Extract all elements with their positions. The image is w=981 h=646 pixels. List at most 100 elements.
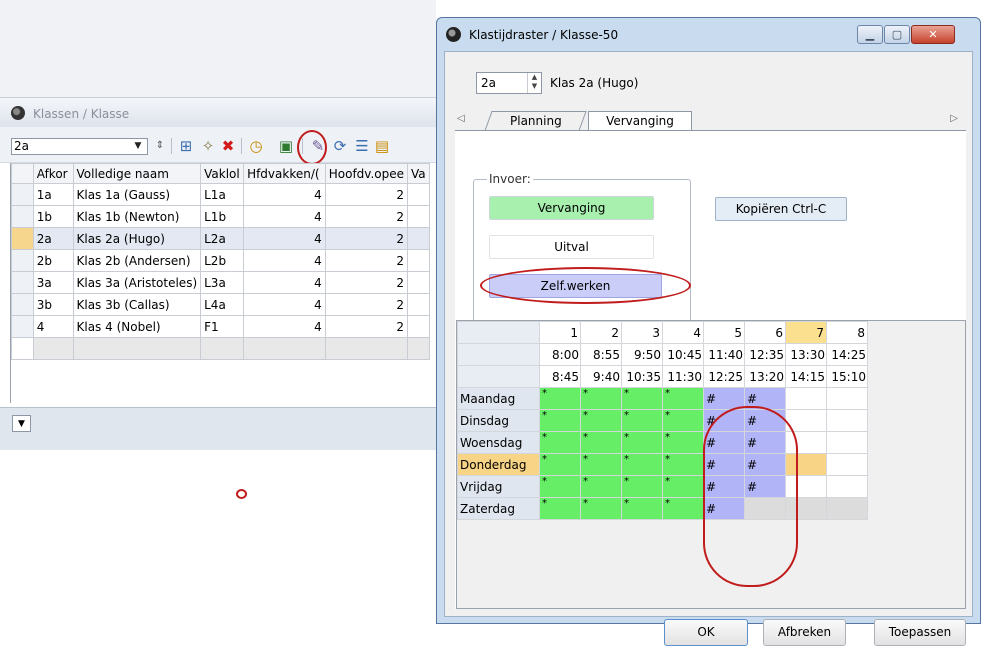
table-row[interactable]: 3a Klas 3a (Aristoteles) L3a 4 2 bbox=[11, 271, 430, 294]
cell-hfdvakken[interactable]: 4 bbox=[243, 271, 326, 294]
lesson-cell[interactable]: * bbox=[580, 497, 622, 520]
cell-naam[interactable]: Klas 2b (Andersen) bbox=[72, 249, 202, 272]
cell-afkorting[interactable]: 3a bbox=[32, 271, 74, 294]
class-select[interactable]: 2a ▼ bbox=[11, 138, 148, 155]
table-row[interactable]: 1b Klas 1b (Newton) L1b 4 2 bbox=[11, 205, 430, 228]
lesson-cell[interactable]: * bbox=[662, 387, 704, 410]
cell-afkorting[interactable]: 3b bbox=[32, 293, 74, 316]
cell-naam[interactable]: Klas 3b (Callas) bbox=[72, 293, 202, 316]
table-row[interactable]: 2b Klas 2b (Andersen) L2b 4 2 bbox=[11, 249, 430, 272]
lesson-cell[interactable]: * bbox=[662, 475, 704, 498]
row-selector[interactable] bbox=[11, 271, 34, 294]
delete-icon[interactable]: ✖ bbox=[218, 136, 238, 156]
refresh-icon[interactable]: ⟳ bbox=[330, 136, 350, 156]
cell-naam[interactable]: Klas 4 (Nobel) bbox=[72, 315, 202, 338]
tab-vervanging[interactable]: Vervanging bbox=[588, 111, 692, 132]
column-header[interactable]: Afkor bbox=[32, 163, 74, 184]
report-icon[interactable]: ▤ bbox=[372, 136, 392, 156]
lesson-cell[interactable]: * bbox=[539, 431, 581, 454]
empty-cell[interactable] bbox=[826, 431, 868, 454]
lesson-cell[interactable]: * bbox=[580, 475, 622, 498]
column-header[interactable]: Va bbox=[407, 163, 430, 184]
lesson-cell[interactable]: * bbox=[539, 475, 581, 498]
cell-empty[interactable] bbox=[72, 337, 202, 360]
lesson-cell[interactable]: * bbox=[580, 409, 622, 432]
vervanging-button[interactable]: Vervanging bbox=[489, 196, 654, 220]
cell-va[interactable] bbox=[407, 271, 430, 294]
lesson-cell[interactable]: * bbox=[662, 431, 704, 454]
table-row-selected[interactable]: 2a Klas 2a (Hugo) L2a 4 2 bbox=[11, 227, 430, 250]
table-row[interactable]: 4 Klas 4 (Nobel) F1 4 2 bbox=[11, 315, 430, 338]
row-selector[interactable] bbox=[11, 315, 34, 338]
row-selector[interactable] bbox=[11, 293, 34, 316]
lesson-cell[interactable]: * bbox=[621, 431, 663, 454]
toepassen-button[interactable]: Toepassen bbox=[874, 619, 966, 646]
lesson-cell[interactable]: * bbox=[662, 497, 704, 520]
uitval-button[interactable]: Uitval bbox=[489, 235, 654, 259]
empty-cell[interactable] bbox=[826, 387, 868, 410]
lesson-cell[interactable]: * bbox=[621, 497, 663, 520]
timetable-icon[interactable]: ▣ bbox=[276, 136, 296, 156]
lesson-cell[interactable]: * bbox=[539, 409, 581, 432]
cell-va[interactable] bbox=[407, 315, 430, 338]
row-selector[interactable] bbox=[11, 227, 34, 250]
cell-empty[interactable] bbox=[407, 337, 430, 360]
empty-cell[interactable] bbox=[826, 409, 868, 432]
row-selector[interactable] bbox=[11, 183, 34, 206]
kopieren-button[interactable]: Kopiëren Ctrl-C bbox=[715, 197, 847, 221]
clock-icon[interactable]: ◷ bbox=[246, 136, 266, 156]
empty-cell[interactable] bbox=[826, 453, 868, 476]
tab-scroll-right-icon[interactable]: ▷ bbox=[950, 113, 958, 124]
cell-vaklokaal[interactable]: L1b bbox=[200, 205, 245, 228]
lesson-cell[interactable]: * bbox=[580, 431, 622, 454]
column-header[interactable]: Hfdvakken/( bbox=[243, 163, 326, 184]
lesson-cell[interactable]: * bbox=[539, 497, 581, 520]
cell-empty[interactable] bbox=[324, 337, 409, 360]
chevron-down-icon[interactable]: ▼ bbox=[12, 415, 31, 432]
row-selector[interactable] bbox=[11, 205, 34, 228]
cell-hoofdv[interactable]: 2 bbox=[324, 183, 409, 206]
lesson-cell[interactable]: * bbox=[621, 453, 663, 476]
cell-hoofdv[interactable]: 2 bbox=[324, 293, 409, 316]
cell-afkorting[interactable]: 2b bbox=[32, 249, 74, 272]
cell-vaklokaal[interactable]: L3a bbox=[200, 271, 245, 294]
cell-hoofdv[interactable]: 2 bbox=[324, 315, 409, 338]
lesson-cell[interactable]: * bbox=[539, 387, 581, 410]
row-selector[interactable] bbox=[11, 249, 34, 272]
afbreken-button[interactable]: Afbreken bbox=[763, 619, 846, 646]
lesson-cell[interactable]: * bbox=[621, 409, 663, 432]
column-header[interactable]: Hoofdv.opee bbox=[324, 163, 409, 184]
spin-updown-icon[interactable]: ▲ ▼ bbox=[527, 73, 541, 93]
maximize-icon[interactable]: ▢ bbox=[884, 25, 910, 44]
cell-hoofdv[interactable]: 2 bbox=[324, 205, 409, 228]
lesson-cell[interactable]: * bbox=[580, 387, 622, 410]
lesson-cell[interactable]: * bbox=[621, 475, 663, 498]
cell-va[interactable] bbox=[407, 205, 430, 228]
row-selector[interactable] bbox=[11, 337, 34, 360]
cell-naam[interactable]: Klas 3a (Aristoteles) bbox=[72, 271, 202, 294]
cell-hfdvakken[interactable]: 4 bbox=[243, 315, 326, 338]
spin-updown-icon[interactable]: ⇕ bbox=[150, 136, 170, 156]
cell-vaklokaal[interactable]: L1a bbox=[200, 183, 245, 206]
cell-vaklokaal[interactable]: L4a bbox=[200, 293, 245, 316]
table-row[interactable]: 1a Klas 1a (Gauss) L1a 4 2 bbox=[11, 183, 430, 206]
cell-hoofdv[interactable]: 2 bbox=[324, 271, 409, 294]
cell-empty[interactable] bbox=[200, 337, 245, 360]
minimize-icon[interactable]: ▁ bbox=[857, 25, 883, 44]
cell-hoofdv[interactable]: 2 bbox=[324, 249, 409, 272]
ok-button[interactable]: OK bbox=[664, 619, 748, 646]
column-header[interactable]: Vaklol bbox=[200, 163, 245, 184]
cell-empty[interactable] bbox=[243, 337, 326, 360]
cell-hfdvakken[interactable]: 4 bbox=[243, 293, 326, 316]
cell-va[interactable] bbox=[407, 249, 430, 272]
cell-empty[interactable] bbox=[32, 337, 74, 360]
cell-naam[interactable]: Klas 1b (Newton) bbox=[72, 205, 202, 228]
lesson-cell[interactable]: * bbox=[621, 387, 663, 410]
cell-hfdvakken[interactable]: 4 bbox=[243, 205, 326, 228]
tab-scroll-left-icon[interactable]: ◁ bbox=[457, 113, 465, 124]
list-icon[interactable]: ☰ bbox=[352, 136, 372, 156]
table-row-new[interactable] bbox=[11, 337, 430, 360]
cell-vaklokaal[interactable]: F1 bbox=[200, 315, 245, 338]
cell-hfdvakken[interactable]: 4 bbox=[243, 227, 326, 250]
empty-cell[interactable] bbox=[785, 387, 827, 410]
